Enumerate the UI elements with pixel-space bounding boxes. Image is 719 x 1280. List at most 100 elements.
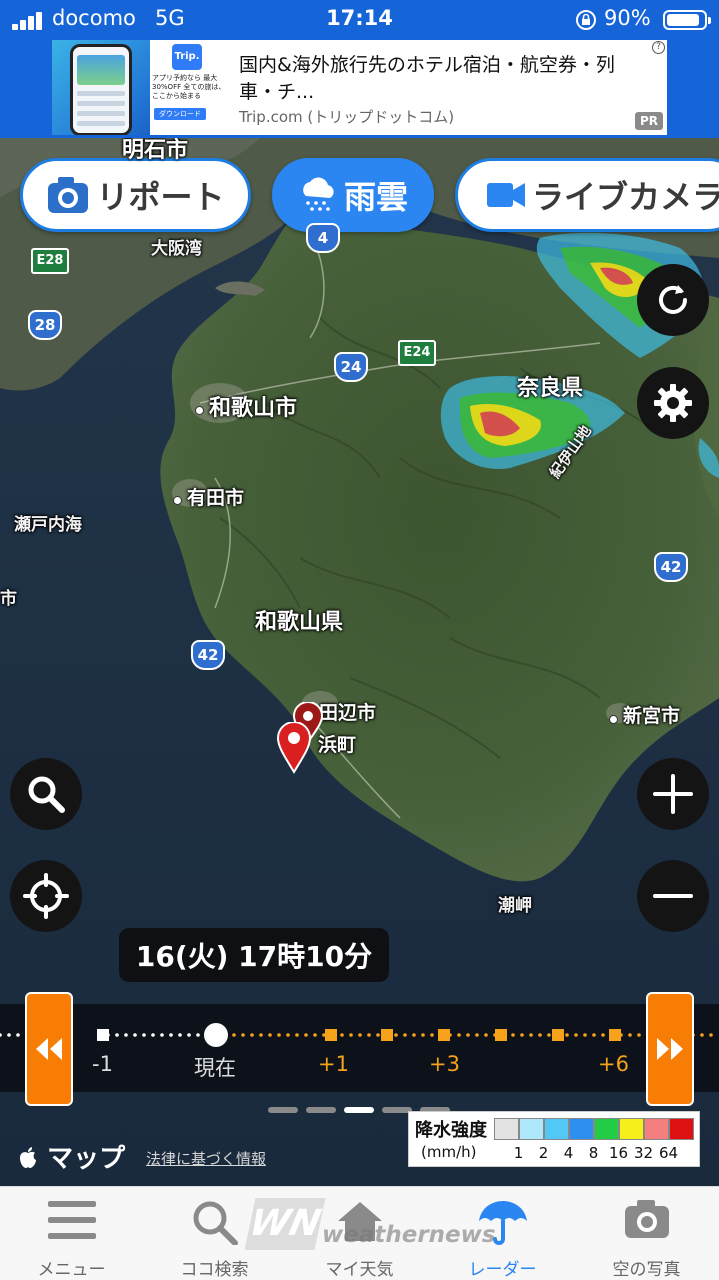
timeline-marker[interactable]	[495, 1029, 507, 1041]
map-label-nara-pref: 奈良県	[517, 376, 584, 401]
fast-forward-button[interactable]	[646, 992, 694, 1106]
timeline-dot	[475, 1033, 479, 1037]
legend-swatch	[669, 1118, 694, 1140]
map-label-wakayama-city: 和歌山市	[209, 396, 298, 421]
radar-map[interactable]: リポート 雨雲 ライブカメラ 明石市 大阪湾 和歌山市 有田市 瀬戸内海 市 和…	[0, 138, 719, 1186]
plus-icon	[653, 774, 693, 814]
city-dot-shingu	[609, 715, 618, 724]
legal-info-link[interactable]: 法律に基づく情報	[146, 1148, 266, 1169]
timeline-dot	[601, 1033, 605, 1037]
report-mode-button[interactable]: リポート	[20, 158, 251, 232]
precipitation-legend: 降水強度 (mm/h) 1 2 4 8 16 32 64	[408, 1111, 700, 1167]
timeline-dot	[349, 1033, 353, 1037]
legend-value: 1	[513, 1144, 524, 1162]
pager-dot[interactable]	[306, 1107, 336, 1113]
trip-logo: Trip.	[172, 44, 202, 70]
tab-search[interactable]: ココ検索	[143, 1187, 286, 1280]
ad-banner[interactable]: Trip. アプリ予約なら 最大30%OFF 全ての旅は、ここから始まる ダウン…	[0, 40, 719, 138]
timeline-dot	[286, 1033, 290, 1037]
tab-menu[interactable]: メニュー	[0, 1187, 143, 1280]
ad-info-icon[interactable]: ?	[652, 41, 665, 54]
city-dot-arida	[173, 496, 182, 505]
report-mode-label: リポート	[96, 178, 225, 216]
timeline-current-handle[interactable]	[204, 1023, 228, 1047]
timeline-marker[interactable]	[381, 1029, 393, 1041]
timeline-marker[interactable]	[97, 1029, 109, 1041]
legend-value: 64	[658, 1144, 679, 1162]
tab-sky-photo[interactable]: 空の写真	[575, 1187, 718, 1280]
legend-swatch	[569, 1118, 594, 1140]
timeline-marker[interactable]	[325, 1029, 337, 1041]
refresh-button[interactable]	[637, 264, 709, 336]
location-pin-icon[interactable]	[276, 722, 312, 774]
map-label-arida: 有田市	[187, 487, 245, 509]
rewind-button[interactable]	[25, 992, 73, 1106]
battery-icon	[663, 10, 711, 30]
fast-forward-icon	[657, 1038, 683, 1060]
legend-value: 32	[633, 1144, 654, 1162]
legend-title: 降水強度	[415, 1120, 487, 1141]
timeline-dot	[700, 1033, 704, 1037]
timeline-dot	[277, 1033, 281, 1037]
rain-cloud-icon	[303, 177, 334, 211]
timeline-dot	[565, 1033, 569, 1037]
settings-button[interactable]	[637, 367, 709, 439]
timeline-dot	[196, 1033, 200, 1037]
timeline-dot	[232, 1033, 236, 1037]
timeline-track[interactable]	[0, 1004, 719, 1092]
legend-value: 4	[563, 1144, 574, 1162]
route-24-shield: 24	[334, 352, 368, 382]
radar-timestamp: 16(火) 17時10分	[119, 928, 389, 982]
pager-dot[interactable]	[268, 1107, 298, 1113]
timeline-marker[interactable]	[438, 1029, 450, 1041]
search-map-button[interactable]	[10, 758, 82, 830]
ad-advertiser: Trip.com (トリップドットコム)	[239, 108, 455, 126]
timeline-marker[interactable]	[552, 1029, 564, 1041]
refresh-icon	[659, 285, 687, 314]
timeline-scrubber[interactable]: -1 現在 +1 +3 +6	[0, 992, 719, 1113]
tab-search-label: ココ検索	[180, 1260, 249, 1280]
map-label-edge-fragment: 市	[0, 589, 17, 609]
timeline-marker[interactable]	[609, 1029, 621, 1041]
tab-bar: メニュー ココ検索 マイ天気 レーダー 空の写真	[0, 1186, 719, 1280]
rain-mode-label: 雨雲	[343, 178, 408, 216]
legend-swatch	[594, 1118, 619, 1140]
timeline-dot	[133, 1033, 137, 1037]
timeline-dot	[295, 1033, 299, 1037]
legend-swatch	[644, 1118, 669, 1140]
timeline-dot	[547, 1033, 551, 1037]
timeline-dot	[340, 1033, 344, 1037]
legend-swatch	[544, 1118, 569, 1140]
zoom-out-button[interactable]	[637, 860, 709, 932]
camera-icon	[48, 177, 89, 213]
ad-title: 国内&海外旅行先のホテル宿泊・航空券・列車・チ...	[239, 54, 615, 103]
umbrella-icon	[478, 1201, 527, 1245]
minus-icon	[653, 894, 693, 898]
timeline-dot	[7, 1033, 11, 1037]
timeline-dot	[637, 1033, 641, 1037]
map-label-setonaikai: 瀬戸内海	[14, 515, 82, 535]
live-camera-mode-label: ライブカメラ	[532, 178, 719, 216]
battery-percent: 90%	[604, 6, 651, 30]
tab-my-weather[interactable]: マイ天気	[288, 1187, 431, 1280]
timeline-dot	[0, 1033, 2, 1037]
legend-unit: (mm/h)	[421, 1143, 477, 1161]
current-location-button[interactable]	[10, 860, 82, 932]
timeline-dot	[394, 1033, 398, 1037]
pager-dot[interactable]	[344, 1107, 374, 1113]
rain-mode-button[interactable]: 雨雲	[272, 158, 434, 232]
ad-card[interactable]: Trip. アプリ予約なら 最大30%OFF 全ての旅は、ここから始まる ダウン…	[52, 40, 667, 135]
live-camera-mode-button[interactable]: ライブカメラ	[455, 158, 719, 232]
map-label-osaka-bay: 大阪湾	[151, 239, 202, 259]
map-label-akashi: 明石市	[122, 138, 189, 163]
tab-my-weather-label: マイ天気	[325, 1260, 394, 1280]
zoom-in-button[interactable]	[637, 758, 709, 830]
timeline-dot	[628, 1033, 632, 1037]
tab-radar[interactable]: レーダー	[431, 1187, 574, 1280]
timeline-dot	[16, 1033, 20, 1037]
gear-icon	[654, 384, 692, 422]
timeline-label-now: 現在	[194, 1056, 236, 1080]
timeline-dot	[304, 1033, 308, 1037]
timeline-dot	[178, 1033, 182, 1037]
timeline-label-plus6: +6	[598, 1052, 629, 1076]
